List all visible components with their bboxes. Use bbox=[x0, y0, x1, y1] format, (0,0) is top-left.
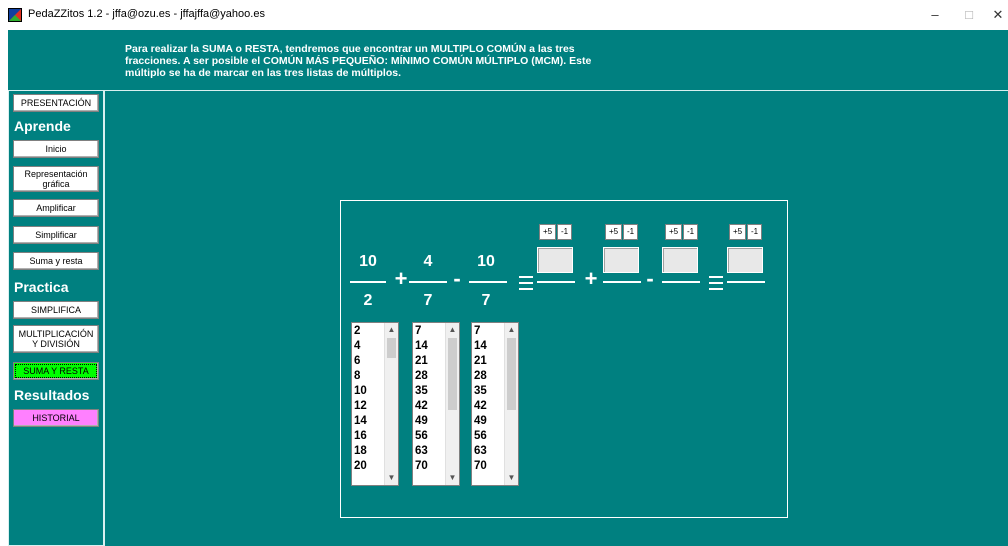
window-title: PedaZZitos 1.2 - jffa@ozu.es - jffajffa@… bbox=[28, 8, 265, 20]
equals-sign-2 bbox=[709, 276, 723, 294]
answer-bar-b bbox=[603, 281, 641, 283]
multiple-item[interactable]: 49 bbox=[415, 414, 428, 429]
practica-section-label: Practica bbox=[14, 279, 69, 295]
fraction-2-bar bbox=[409, 281, 447, 283]
resultados-section-label: Resultados bbox=[14, 387, 90, 403]
answer-bar-d bbox=[727, 281, 765, 283]
scroll-up-icon[interactable]: ▲ bbox=[505, 323, 518, 337]
representacion-grafica-button[interactable]: Representación gráfica bbox=[13, 166, 99, 192]
fraction-1-denominator: 2 bbox=[363, 292, 373, 309]
simplificar-button[interactable]: Simplificar bbox=[13, 226, 99, 244]
fraction-1-bar bbox=[350, 281, 386, 283]
multiple-item[interactable]: 63 bbox=[415, 444, 428, 459]
aprende-section-label: Aprende bbox=[14, 118, 71, 134]
fraction-3-denominator: 7 bbox=[481, 292, 491, 309]
multiple-item[interactable]: 42 bbox=[474, 399, 487, 414]
multiple-item[interactable]: 35 bbox=[415, 384, 428, 399]
multiple-item[interactable]: 35 bbox=[474, 384, 487, 399]
minimize-button[interactable]: – bbox=[920, 5, 950, 25]
operator-minus-2: - bbox=[646, 266, 654, 291]
multiple-item[interactable]: 21 bbox=[415, 354, 428, 369]
multiple-item[interactable]: 63 bbox=[474, 444, 487, 459]
multiples-list-1[interactable]: 2 4 6 8 10 12 14 16 18 20 ▲ ▼ bbox=[351, 322, 399, 486]
answer-bar-c bbox=[662, 281, 700, 283]
maximize-button[interactable]: □ bbox=[954, 5, 984, 25]
multiple-item[interactable]: 2 bbox=[354, 324, 367, 339]
exercise-panel: 10 2 + 4 7 - 10 7 +5 -1 + +5 -1 - +5 -1 bbox=[340, 200, 788, 518]
scroll-down-icon[interactable]: ▼ bbox=[385, 471, 398, 485]
app-client-area: Para realizar la SUMA o RESTA, tendremos… bbox=[8, 30, 1008, 546]
multiple-item[interactable]: 28 bbox=[415, 369, 428, 384]
minus-one-button-b[interactable]: -1 bbox=[623, 224, 638, 240]
fraction-1-numerator: 10 bbox=[359, 253, 377, 270]
minus-one-button-c[interactable]: -1 bbox=[683, 224, 698, 240]
fraction-2-denominator: 7 bbox=[423, 292, 433, 309]
multiple-item[interactable]: 8 bbox=[354, 369, 367, 384]
list-2-scroll-thumb[interactable] bbox=[448, 338, 457, 410]
suma-y-resta-practice-button[interactable]: SUMA Y RESTA bbox=[13, 362, 99, 380]
list-1-scroll-thumb[interactable] bbox=[387, 338, 396, 358]
operator-minus-1: - bbox=[453, 266, 461, 291]
minus-one-button-d[interactable]: -1 bbox=[747, 224, 762, 240]
multiple-item[interactable]: 10 bbox=[354, 384, 367, 399]
plus-five-button-a[interactable]: +5 bbox=[539, 224, 556, 240]
instructions-text: Para realizar la SUMA o RESTA, tendremos… bbox=[125, 43, 592, 79]
numerator-input-a[interactable] bbox=[537, 247, 573, 273]
multiple-item[interactable]: 7 bbox=[474, 324, 487, 339]
multiplicacion-division-button[interactable]: MULTIPLICACIÓN Y DIVISIÓN bbox=[13, 325, 99, 353]
operator-plus-1: + bbox=[394, 266, 408, 291]
multiple-item[interactable]: 49 bbox=[474, 414, 487, 429]
list-3-scrollbar[interactable]: ▲ ▼ bbox=[504, 323, 518, 485]
multiple-item[interactable]: 56 bbox=[415, 429, 428, 444]
plus-five-button-d[interactable]: +5 bbox=[729, 224, 746, 240]
presentacion-button[interactable]: PRESENTACIÓN bbox=[13, 94, 99, 112]
multiple-item[interactable]: 4 bbox=[354, 339, 367, 354]
numerator-input-c[interactable] bbox=[662, 247, 698, 273]
multiple-item[interactable]: 12 bbox=[354, 399, 367, 414]
plus-five-button-c[interactable]: +5 bbox=[665, 224, 682, 240]
multiple-item[interactable]: 14 bbox=[354, 414, 367, 429]
multiple-item[interactable]: 56 bbox=[474, 429, 487, 444]
list-2-scrollbar[interactable]: ▲ ▼ bbox=[445, 323, 459, 485]
app-icon bbox=[8, 8, 22, 22]
sidebar: PRESENTACIÓN Aprende Inicio Representaci… bbox=[8, 90, 104, 546]
amplificar-button[interactable]: Amplificar bbox=[13, 199, 99, 217]
multiple-item[interactable]: 42 bbox=[415, 399, 428, 414]
multiple-item[interactable]: 14 bbox=[415, 339, 428, 354]
answer-bar-a bbox=[537, 281, 575, 283]
multiple-item[interactable]: 21 bbox=[474, 354, 487, 369]
list-3-scroll-thumb[interactable] bbox=[507, 338, 516, 410]
historial-button[interactable]: HISTORIAL bbox=[13, 409, 99, 427]
fraction-2-numerator: 4 bbox=[423, 253, 433, 270]
scroll-up-icon[interactable]: ▲ bbox=[446, 323, 459, 337]
title-bar: PedaZZitos 1.2 - jffa@ozu.es - jffajffa@… bbox=[0, 0, 1008, 30]
multiple-item[interactable]: 28 bbox=[474, 369, 487, 384]
multiples-list-3[interactable]: 7 14 21 28 35 42 49 56 63 70 ▲ ▼ bbox=[471, 322, 519, 486]
numerator-input-d[interactable] bbox=[727, 247, 763, 273]
simplifica-button[interactable]: SIMPLIFICA bbox=[13, 301, 99, 319]
minus-one-button-a[interactable]: -1 bbox=[557, 224, 572, 240]
suma-y-resta-button[interactable]: Suma y resta bbox=[13, 252, 99, 270]
multiples-list-2[interactable]: 7 14 21 28 35 42 49 56 63 70 ▲ ▼ bbox=[412, 322, 460, 486]
close-button[interactable]: ✕ bbox=[988, 5, 1008, 25]
multiple-item[interactable]: 18 bbox=[354, 444, 367, 459]
equals-sign-1 bbox=[519, 276, 533, 294]
fraction-3-bar bbox=[469, 281, 507, 283]
multiple-item[interactable]: 6 bbox=[354, 354, 367, 369]
multiple-item[interactable]: 16 bbox=[354, 429, 367, 444]
list-1-scrollbar[interactable]: ▲ ▼ bbox=[384, 323, 398, 485]
multiple-item[interactable]: 70 bbox=[474, 459, 487, 474]
multiple-item[interactable]: 20 bbox=[354, 459, 367, 474]
fraction-3-numerator: 10 bbox=[477, 253, 495, 270]
scroll-up-icon[interactable]: ▲ bbox=[385, 323, 398, 337]
scroll-down-icon[interactable]: ▼ bbox=[505, 471, 518, 485]
operator-plus-2: + bbox=[584, 266, 598, 291]
plus-five-button-b[interactable]: +5 bbox=[605, 224, 622, 240]
multiple-item[interactable]: 14 bbox=[474, 339, 487, 354]
inicio-button[interactable]: Inicio bbox=[13, 140, 99, 158]
multiple-item[interactable]: 7 bbox=[415, 324, 428, 339]
numerator-input-b[interactable] bbox=[603, 247, 639, 273]
multiple-item[interactable]: 70 bbox=[415, 459, 428, 474]
scroll-down-icon[interactable]: ▼ bbox=[446, 471, 459, 485]
